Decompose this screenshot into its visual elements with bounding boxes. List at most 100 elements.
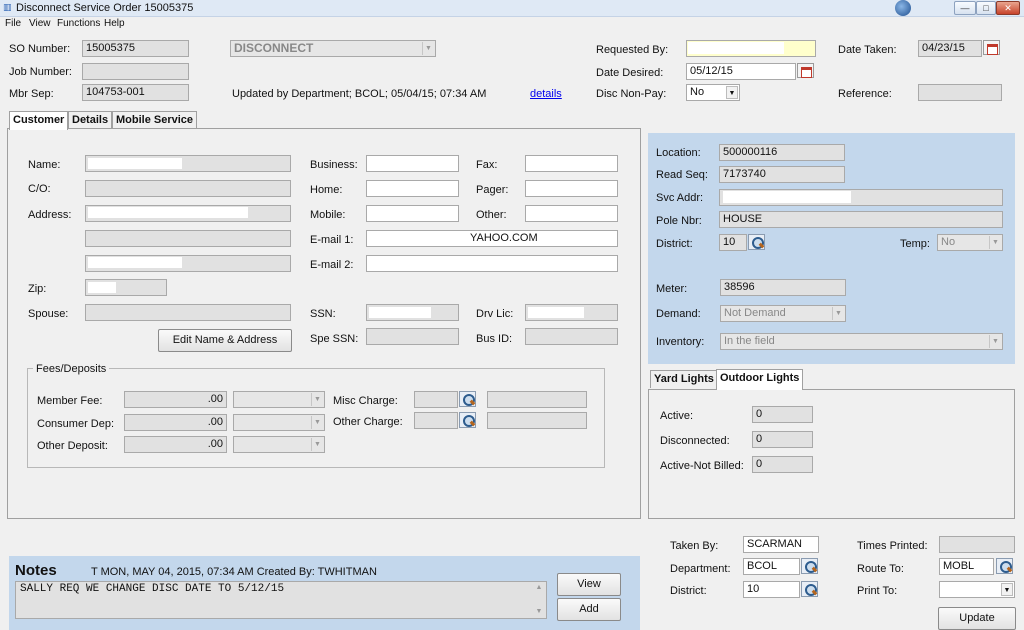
lookup-icon[interactable] (801, 558, 818, 574)
chevron-down-icon: ▼ (311, 393, 323, 406)
tab-customer[interactable]: Customer (9, 111, 69, 130)
temp-value: No (941, 236, 956, 248)
district-field[interactable]: 10 (719, 234, 747, 251)
pole-nbr-field[interactable]: HOUSE (719, 211, 1003, 228)
other-deposit-field[interactable]: .00 (124, 436, 227, 453)
notes-text-area[interactable]: SALLY REQ WE CHANGE DISC DATE TO 5/12/15 (15, 581, 547, 619)
chevron-down-icon: ▼ (311, 438, 323, 451)
disc-non-pay-select[interactable]: No ▼ (686, 84, 740, 101)
route-to-label: Route To: (857, 563, 904, 575)
email1-label: E-mail 1: (310, 234, 354, 246)
department-field[interactable]: BCOL (743, 558, 800, 575)
notes-view-button[interactable]: View (557, 573, 621, 596)
redacted-text (688, 42, 784, 54)
notes-add-button[interactable]: Add (557, 598, 621, 621)
drv-lic-label: Drv Lic: (476, 308, 514, 320)
consumer-dep-type-select[interactable]: ▼ (233, 414, 325, 431)
pager-field[interactable] (525, 180, 618, 197)
tab-outdoor-lights[interactable]: Outdoor Lights (716, 369, 804, 390)
member-fee-type-select[interactable]: ▼ (233, 391, 325, 408)
pole-nbr-label: Pole Nbr: (656, 215, 702, 227)
lookup-icon[interactable] (459, 391, 476, 407)
mbr-sep-label: Mbr Sep: (9, 88, 54, 100)
lookup-icon[interactable] (459, 412, 476, 428)
date-taken-field[interactable]: 04/23/15 (918, 40, 982, 57)
lookup-icon[interactable] (748, 234, 765, 250)
demand-select[interactable]: Not Demand ▼ (720, 305, 846, 322)
times-printed-field[interactable] (939, 536, 1015, 553)
misc-charge-desc-field[interactable] (487, 391, 587, 408)
print-to-select[interactable]: ▼ (939, 581, 1015, 598)
status-globe-icon[interactable] (895, 0, 911, 16)
read-seq-field[interactable]: 7173740 (719, 166, 845, 183)
email2-field[interactable] (366, 255, 618, 272)
location-field[interactable]: 500000116 (719, 144, 845, 161)
home-phone-field[interactable] (366, 180, 459, 197)
temp-select[interactable]: No ▼ (937, 234, 1003, 251)
other-phone-field[interactable] (525, 205, 618, 222)
menu-help[interactable]: Help (104, 17, 125, 31)
home-label: Home: (310, 184, 343, 196)
edit-name-address-button[interactable]: Edit Name & Address (158, 329, 292, 352)
spe-ssn-label: Spe SSN: (310, 333, 359, 345)
svc-addr-label: Svc Addr: (656, 192, 704, 204)
misc-charge-field[interactable] (414, 391, 458, 408)
active-not-billed-count-field[interactable]: 0 (752, 456, 813, 473)
business-phone-field[interactable] (366, 155, 459, 172)
mobile-phone-field[interactable] (366, 205, 459, 222)
address-label: Address: (28, 209, 72, 221)
inventory-select[interactable]: In the field ▼ (720, 333, 1003, 350)
spouse-field[interactable] (85, 304, 291, 321)
inventory-value: In the field (724, 335, 775, 347)
calendar-icon[interactable] (797, 63, 814, 78)
notes-scrollbar[interactable]: ▲ ▼ (532, 582, 546, 618)
reference-label: Reference: (838, 88, 892, 100)
minimize-button[interactable]: — (954, 1, 976, 15)
disconnected-label: Disconnected: (660, 435, 730, 447)
redacted-text (88, 282, 116, 293)
active-label: Active: (660, 410, 694, 422)
taken-by-field[interactable]: SCARMAN (743, 536, 819, 553)
tab-mobile-service[interactable]: Mobile Service (112, 111, 198, 129)
so-number-field[interactable]: 15005375 (82, 40, 189, 57)
close-button[interactable]: ✕ (996, 1, 1020, 15)
details-link[interactable]: details (530, 87, 562, 101)
other-charge-field[interactable] (414, 412, 458, 429)
route-to-field[interactable]: MOBL (939, 558, 994, 575)
so-number-label: SO Number: (9, 43, 71, 55)
job-number-label: Job Number: (9, 66, 72, 78)
redacted-text (369, 307, 431, 318)
co-field[interactable] (85, 180, 291, 197)
bus-id-field[interactable] (525, 328, 618, 345)
other-charge-desc-field[interactable] (487, 412, 587, 429)
spe-ssn-field[interactable] (366, 328, 459, 345)
address-line2-field[interactable] (85, 230, 291, 247)
menu-functions[interactable]: Functions (57, 17, 100, 31)
updated-text: Updated by Department; BCOL; 05/04/15; 0… (232, 88, 487, 100)
date-desired-field[interactable]: 05/12/15 (686, 63, 796, 80)
menu-file[interactable]: File (5, 17, 21, 31)
fax-field[interactable] (525, 155, 618, 172)
meter-field[interactable]: 38596 (720, 279, 846, 296)
maximize-button[interactable]: □ (976, 1, 996, 15)
order-type-select[interactable]: DISCONNECT ▼ (230, 40, 436, 57)
update-button[interactable]: Update (938, 607, 1016, 630)
lookup-icon[interactable] (996, 558, 1013, 574)
consumer-dep-field[interactable]: .00 (124, 414, 227, 431)
other-label: Other: (476, 209, 507, 221)
mbr-sep-field[interactable]: 104753-001 (82, 84, 189, 101)
lookup-icon[interactable] (801, 581, 818, 597)
job-number-field[interactable] (82, 63, 189, 80)
reference-field[interactable] (918, 84, 1002, 101)
member-fee-field[interactable]: .00 (124, 391, 227, 408)
calendar-icon[interactable] (983, 40, 1000, 55)
menu-view[interactable]: View (29, 17, 51, 31)
tab-details[interactable]: Details (68, 111, 113, 129)
window-title: Disconnect Service Order 15005375 (16, 2, 194, 14)
tab-yard-lights[interactable]: Yard Lights (650, 370, 718, 388)
disconnected-count-field[interactable]: 0 (752, 431, 813, 448)
active-count-field[interactable]: 0 (752, 406, 813, 423)
other-deposit-type-select[interactable]: ▼ (233, 436, 325, 453)
footer-district-field[interactable]: 10 (743, 581, 800, 598)
email1-field[interactable]: YAHOO.COM (366, 230, 618, 247)
